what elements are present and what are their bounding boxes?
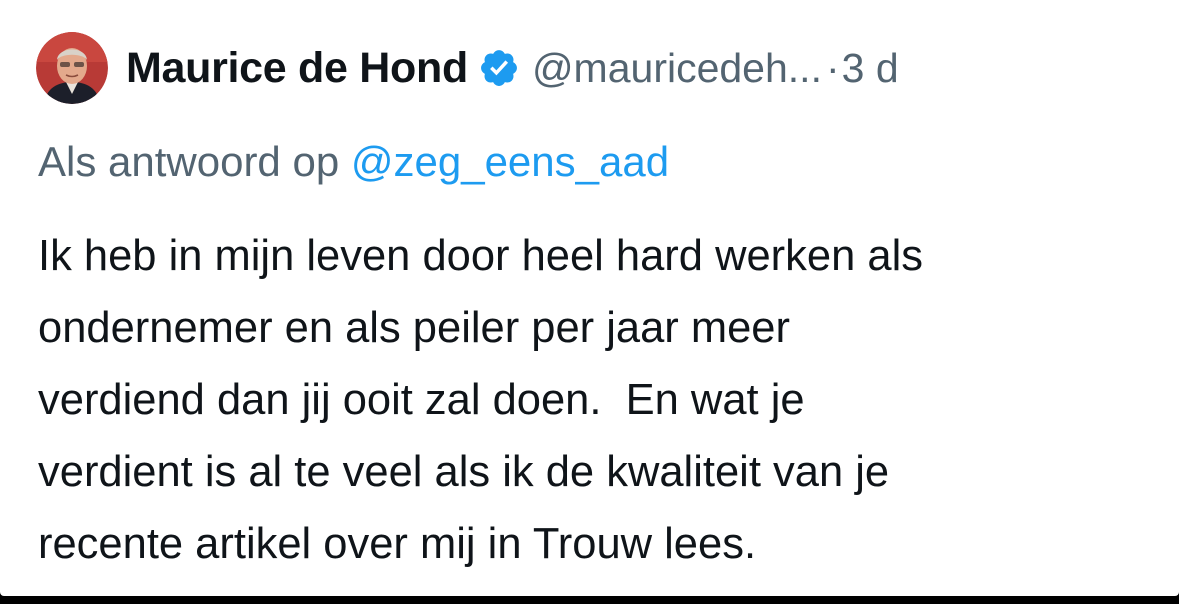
tweet-body: Ik heb in mijn leven door heel hard werk… bbox=[38, 220, 1148, 580]
author-handle[interactable]: @mauricedeh... bbox=[532, 45, 822, 92]
avatar[interactable] bbox=[36, 32, 108, 104]
tweet-body-line: verdiend dan jij ooit zal doen. En wat j… bbox=[38, 376, 805, 424]
verified-badge-icon[interactable] bbox=[478, 47, 520, 89]
tweet-body-line: verdient is al te veel als ik de kwalite… bbox=[38, 448, 890, 496]
reply-prefix: Als antwoord op bbox=[38, 138, 340, 185]
reply-mention-link[interactable]: @zeg_eens_aad bbox=[351, 138, 669, 185]
tweet-header: Maurice de Hond @mauricedeh... · 3 d bbox=[36, 32, 899, 104]
author-display-name[interactable]: Maurice de Hond bbox=[126, 44, 468, 93]
avatar-photo-icon bbox=[36, 32, 108, 104]
reply-context: Als antwoord op @zeg_eens_aad bbox=[38, 138, 669, 186]
tweet-body-line: recente artikel over mij in Trouw lees. bbox=[38, 520, 757, 568]
separator-dot: · bbox=[825, 44, 840, 91]
tweet-timestamp[interactable]: 3 d bbox=[842, 45, 899, 92]
tweet-body-line: Ik heb in mijn leven door heel hard werk… bbox=[38, 232, 923, 280]
tweet-body-line: ondernemer en als peiler per jaar meer bbox=[38, 304, 790, 352]
tweet-card[interactable]: Maurice de Hond @mauricedeh... · 3 d Als… bbox=[0, 0, 1179, 596]
